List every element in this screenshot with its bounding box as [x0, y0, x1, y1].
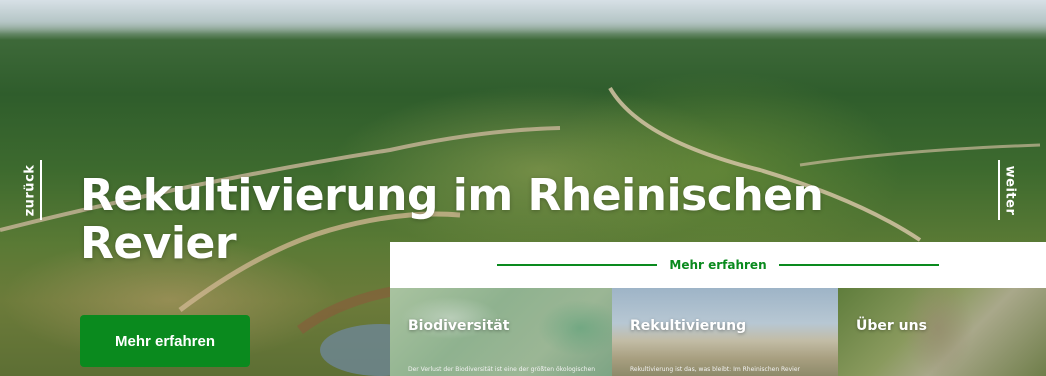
- panel-heading-label: Mehr erfahren: [669, 258, 767, 272]
- prev-divider: [40, 160, 42, 220]
- hero-slider: zurück weiter Rekultivierung im Rheinisc…: [0, 0, 1046, 376]
- next-slide-button[interactable]: weiter: [994, 160, 1026, 220]
- card-title: Biodiversität: [408, 318, 510, 334]
- next-slide-label: weiter: [1002, 165, 1018, 215]
- card-title: Über uns: [856, 318, 927, 334]
- card-text: Rekultivierung ist das, was bleibt: Im R…: [630, 366, 801, 373]
- teaser-cards: Biodiversität Der Verlust der Biodiversi…: [390, 288, 1046, 376]
- card-rekultivierung[interactable]: Rekultivierung Rekultivierung ist das, w…: [612, 288, 838, 376]
- prev-slide-button[interactable]: zurück: [14, 160, 46, 220]
- prev-slide-label: zurück: [22, 164, 38, 216]
- more-info-panel: Mehr erfahren Biodiversität Der Verlust …: [390, 242, 1046, 376]
- card-ueber-uns[interactable]: Über uns: [838, 288, 1046, 376]
- more-info-button[interactable]: Mehr erfahren: [80, 315, 250, 367]
- card-biodiversitaet[interactable]: Biodiversität Der Verlust der Biodiversi…: [390, 288, 612, 376]
- heading-line-right: [778, 264, 939, 266]
- heading-line-left: [497, 264, 658, 266]
- next-divider: [998, 160, 1000, 220]
- panel-heading: Mehr erfahren: [390, 242, 1046, 288]
- card-title: Rekultivierung: [630, 318, 747, 334]
- card-text: Der Verlust der Biodiversität ist eine d…: [408, 366, 596, 373]
